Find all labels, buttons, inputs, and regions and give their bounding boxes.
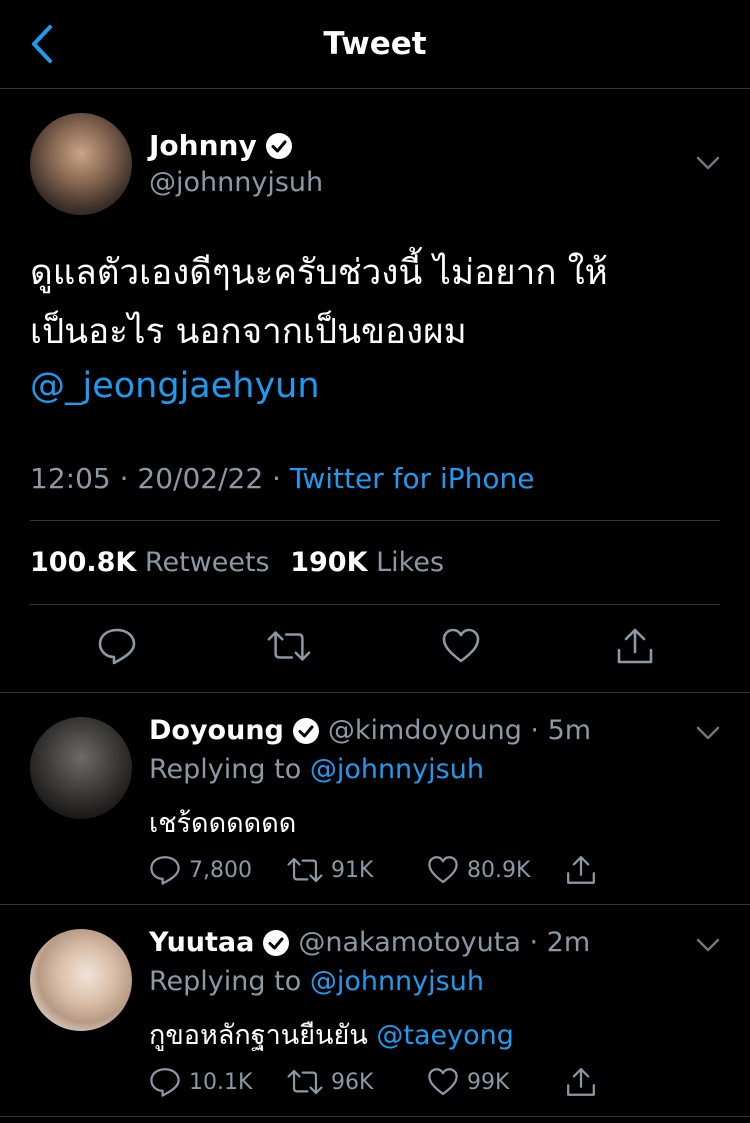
reply-text: เชร้ดดดดดด <box>149 801 296 844</box>
share-button[interactable] <box>565 850 597 890</box>
verified-badge-icon <box>292 717 319 744</box>
tweet-text-line: ดูแลตัวเองดีๆนะครับช่วงนี้ ไม่อยาก ให้ <box>30 253 608 293</box>
reply-text-content: เชร้ดดดดดด <box>149 808 297 839</box>
reply-tweet[interactable]: Doyoung @kimdoyoung · 5m Replying to @jo… <box>0 693 750 904</box>
share-button[interactable] <box>565 1062 597 1102</box>
reply-icon <box>150 856 180 885</box>
divider <box>30 604 720 605</box>
reply-author-name: Doyoung <box>149 715 284 746</box>
divider <box>30 520 720 521</box>
reply-author-handle: @nakamotoyuta · 2m <box>298 927 591 958</box>
chevron-down-icon[interactable] <box>694 935 722 955</box>
author-name-row[interactable]: Johnny <box>149 129 293 162</box>
like-label: Likes <box>376 547 445 578</box>
like-button[interactable]: 99K <box>427 1062 509 1102</box>
replying-to-link[interactable]: @johnnyjsuh <box>310 754 484 785</box>
retweet-button[interactable]: 96K <box>287 1062 373 1102</box>
mention-link[interactable]: @_jeongjaehyun <box>30 366 320 406</box>
retweet-stat[interactable]: 100.8K Retweets <box>30 547 282 578</box>
author-name: Johnny <box>149 129 257 162</box>
reply-tweet[interactable]: Yuutaa @nakamotoyuta · 2m Replying to @j… <box>0 905 750 1116</box>
replying-to-label: Replying to <box>149 966 310 997</box>
avatar[interactable] <box>30 717 132 819</box>
reply-author-name: Yuutaa <box>149 927 255 958</box>
like-button[interactable]: 80.9K <box>427 850 530 890</box>
retweet-icon <box>267 631 311 661</box>
replying-to-link[interactable]: @johnnyjsuh <box>310 966 484 997</box>
header-bar: Tweet <box>0 0 750 89</box>
heart-icon <box>428 856 458 884</box>
like-count: 190K <box>290 547 368 578</box>
author-handle[interactable]: @johnnyjsuh <box>149 167 323 198</box>
page-title: Tweet <box>323 26 427 62</box>
reply-text-content: กูขอหลักฐานยืนยัน <box>149 1020 377 1051</box>
tweet-timestamp: 12:05 · 20/02/22 · <box>30 462 290 495</box>
reply-author-row[interactable]: Yuutaa @nakamotoyuta · 2m <box>149 927 590 958</box>
replying-to-label: Replying to <box>149 754 310 785</box>
chevron-down-icon[interactable] <box>694 153 722 173</box>
divider <box>0 1116 750 1117</box>
tweet-stats: 100.8K Retweets 190K Likes <box>30 547 456 578</box>
reply-actions: 10.1K 96K 99K <box>149 1062 609 1102</box>
tweet-text: ดูแลตัวเองดีๆนะครับช่วงนี้ ไม่อยาก ให้ เ… <box>30 244 720 362</box>
share-icon <box>567 1068 595 1096</box>
retweet-label: Retweets <box>144 547 270 578</box>
retweet-icon <box>287 857 323 883</box>
retweet-button[interactable] <box>267 624 311 668</box>
verified-badge-icon <box>263 929 290 956</box>
reply-button[interactable]: 10.1K <box>149 1062 252 1102</box>
reply-button[interactable] <box>95 624 139 668</box>
reply-mention[interactable]: @taeyong <box>376 1020 514 1051</box>
retweet-count: 91K <box>331 857 374 883</box>
heart-icon <box>428 1068 458 1096</box>
reply-author-handle: @kimdoyoung · 5m <box>327 715 592 746</box>
reply-count: 7,800 <box>189 857 252 883</box>
source-link[interactable]: Twitter for iPhone <box>290 462 535 495</box>
avatar[interactable] <box>30 113 132 215</box>
tweet-text-line: เป็นอะไร นอกจากเป็นของผม <box>30 312 467 352</box>
reply-count: 10.1K <box>189 1069 253 1095</box>
tweet-actions <box>0 624 750 674</box>
replying-to: Replying to @johnnyjsuh <box>149 966 484 997</box>
avatar[interactable] <box>30 929 132 1031</box>
reply-actions: 7,800 91K 80.9K <box>149 850 609 890</box>
tweet-meta: 12:05 · 20/02/22 · Twitter for iPhone <box>30 462 535 495</box>
reply-author-row[interactable]: Doyoung @kimdoyoung · 5m <box>149 715 591 746</box>
verified-badge-icon <box>265 132 292 159</box>
heart-icon <box>442 628 480 663</box>
retweet-button[interactable]: 91K <box>287 850 373 890</box>
like-count: 99K <box>467 1069 510 1095</box>
share-button[interactable] <box>613 624 657 668</box>
retweet-count: 96K <box>331 1069 374 1095</box>
share-icon <box>617 628 653 664</box>
retweet-count: 100.8K <box>30 547 137 578</box>
like-count: 80.9K <box>467 857 531 883</box>
like-stat[interactable]: 190K Likes <box>290 547 456 578</box>
like-button[interactable] <box>439 624 483 668</box>
retweet-icon <box>287 1069 323 1095</box>
share-icon <box>567 856 595 884</box>
reply-button[interactable]: 7,800 <box>149 850 252 890</box>
reply-icon <box>98 628 136 665</box>
reply-icon <box>150 1068 180 1097</box>
reply-text: กูขอหลักฐานยืนยัน @taeyong <box>149 1013 514 1056</box>
chevron-down-icon[interactable] <box>694 723 722 743</box>
replying-to: Replying to @johnnyjsuh <box>149 754 484 785</box>
